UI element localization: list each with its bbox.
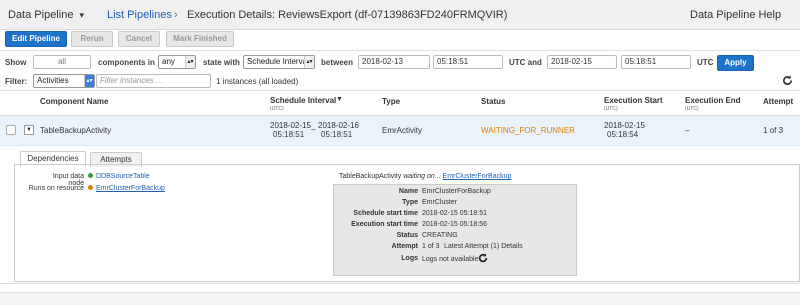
cancel-button[interactable]: Cancel: [118, 31, 160, 47]
app-menu[interactable]: Data Pipeline ▾: [8, 9, 84, 21]
utc-and-label: UTC and: [509, 58, 542, 67]
select-arrows-icon: ▴▾: [84, 75, 94, 87]
row-type: EmrActivity: [382, 126, 422, 135]
list-pipelines-link[interactable]: List Pipelines: [107, 9, 172, 21]
attempt-attempt-value: 1 of 3: [422, 243, 440, 250]
footer-strip: [0, 292, 800, 305]
waiting-message: TableBackupActivity waiting on... EmrClu…: [339, 173, 511, 180]
col-component-name[interactable]: Component Name: [40, 97, 108, 106]
status-dot-icon: [88, 173, 93, 178]
utc-label: UTC: [697, 58, 714, 67]
select-arrows-icon: ▴▾: [185, 56, 195, 68]
attempt-name-value: EmrClusterForBackup: [422, 188, 491, 195]
runs-on-label: Runs on resource: [28, 185, 84, 192]
attempt-exec-value: 2018-02-15 05:18:56: [422, 221, 487, 228]
refresh-icon[interactable]: [478, 253, 488, 263]
state-select[interactable]: any ▴▾: [158, 55, 196, 69]
filter-label: Filter:: [5, 77, 28, 86]
runs-on-link[interactable]: EmrClusterForBackup: [96, 185, 165, 192]
filter-type-value: Activities: [37, 76, 69, 85]
col-exec-start-utc: (UTC): [604, 106, 618, 112]
attempt-status-label: Status: [396, 232, 418, 239]
row-sched-dash: –: [311, 125, 316, 134]
col-attempt[interactable]: Attempt: [763, 97, 793, 106]
between-label: between: [321, 58, 354, 67]
from-time-input[interactable]: 05:18:51: [433, 55, 503, 69]
mark-finished-button[interactable]: Mark Finished: [166, 31, 234, 47]
table-header: Component Name Schedule Interval ▼ (UTC)…: [0, 90, 800, 116]
app-title: Data Pipeline: [8, 9, 74, 21]
status-badge: WAITING_FOR_RUNNER: [481, 126, 575, 135]
refresh-icon[interactable]: [782, 75, 793, 86]
help-link[interactable]: Data Pipeline Help: [690, 9, 781, 21]
col-execution-start[interactable]: Execution Start: [604, 96, 663, 105]
col-status[interactable]: Status: [481, 97, 505, 106]
attempt-logs-value: Logs not available: [422, 256, 479, 263]
row-exec-end: –: [685, 126, 690, 135]
sort-desc-icon[interactable]: ▼: [336, 96, 343, 103]
apply-button[interactable]: Apply: [717, 55, 754, 71]
filter-instances-input[interactable]: Filter instances ...: [96, 74, 211, 88]
table-row[interactable]: ▼ TableBackupActivity 2018-02-15 05:18:5…: [0, 116, 800, 146]
attempt-attempt-label: Attempt: [391, 243, 418, 250]
latest-attempt-link[interactable]: Latest Attempt (1) Details: [444, 243, 523, 250]
expand-caret-icon[interactable]: ▼: [24, 125, 34, 135]
show-label: Show: [5, 58, 27, 67]
status-dot-icon: [88, 185, 93, 190]
show-input[interactable]: all: [33, 55, 91, 69]
to-date-input[interactable]: 2018-02-15: [547, 55, 617, 69]
input-data-node-value[interactable]: DDBSourceTable: [88, 173, 150, 180]
to-time-input[interactable]: 05:18:51: [621, 55, 691, 69]
interval-select-value: Schedule Interval: [247, 57, 309, 66]
top-bar: Data Pipeline ▾ List Pipelines › Executi…: [0, 0, 800, 30]
row-sched-from-time: 05:18:51: [273, 130, 305, 139]
row-sched-to-date: 2018-02-16: [318, 121, 359, 130]
col-schedule-interval[interactable]: Schedule Interval: [270, 96, 336, 105]
waiting-link[interactable]: EmrClusterForBackup: [443, 173, 512, 180]
input-data-node-link[interactable]: DDBSourceTable: [96, 173, 150, 180]
instances-count: 1 instances (all loaded): [216, 77, 299, 86]
select-arrows-icon: ▴▾: [304, 56, 314, 68]
attempt-sched-value: 2018-02-15 05:18:51: [422, 210, 487, 217]
attempt-exec-label: Execution start time: [351, 221, 418, 228]
attempt-type-value: EmrCluster: [422, 199, 458, 206]
interval-select[interactable]: Schedule Interval ▴▾: [243, 55, 315, 69]
row-sched-from-date: 2018-02-15: [270, 121, 311, 130]
attempt-status-value: CREATING: [422, 232, 458, 239]
chevron-down-icon: ▾: [79, 10, 85, 20]
attempt-type-label: Type: [402, 199, 418, 206]
row-exec-start-time: 05:18:54: [607, 130, 639, 139]
waiting-text: waiting on...: [403, 173, 441, 180]
row-checkbox[interactable]: [6, 125, 16, 135]
attempt-sched-label: Schedule start time: [353, 210, 418, 217]
state-select-value: any: [162, 57, 175, 66]
page-title: Execution Details: ReviewsExport (df-071…: [187, 9, 508, 21]
col-execution-end[interactable]: Execution End: [685, 96, 741, 105]
components-in-label: components in: [98, 58, 155, 67]
breadcrumb-separator: ›: [174, 9, 178, 21]
row-component-name: TableBackupActivity: [40, 126, 112, 135]
filter-type-select[interactable]: Activities ▴▾: [33, 74, 95, 88]
rerun-button[interactable]: Rerun: [71, 31, 113, 47]
attempt-name-label: Name: [398, 188, 418, 195]
waiting-activity: TableBackupActivity: [339, 173, 402, 180]
col-type[interactable]: Type: [382, 97, 400, 106]
col-exec-end-utc: (UTC): [685, 106, 699, 112]
from-date-input[interactable]: 2018-02-13: [358, 55, 430, 69]
state-with-label: state with: [203, 58, 240, 67]
runs-on-value[interactable]: EmrClusterForBackup: [88, 185, 165, 192]
row-sched-to-time: 05:18:51: [321, 130, 353, 139]
attempt-logs-label: Logs: [401, 255, 418, 262]
row-exec-start-date: 2018-02-15: [604, 121, 645, 130]
row-attempt: 1 of 3: [763, 126, 784, 135]
col-schedule-utc: (UTC): [270, 106, 284, 112]
divider: [0, 50, 800, 51]
edit-pipeline-button[interactable]: Edit Pipeline: [5, 31, 67, 47]
